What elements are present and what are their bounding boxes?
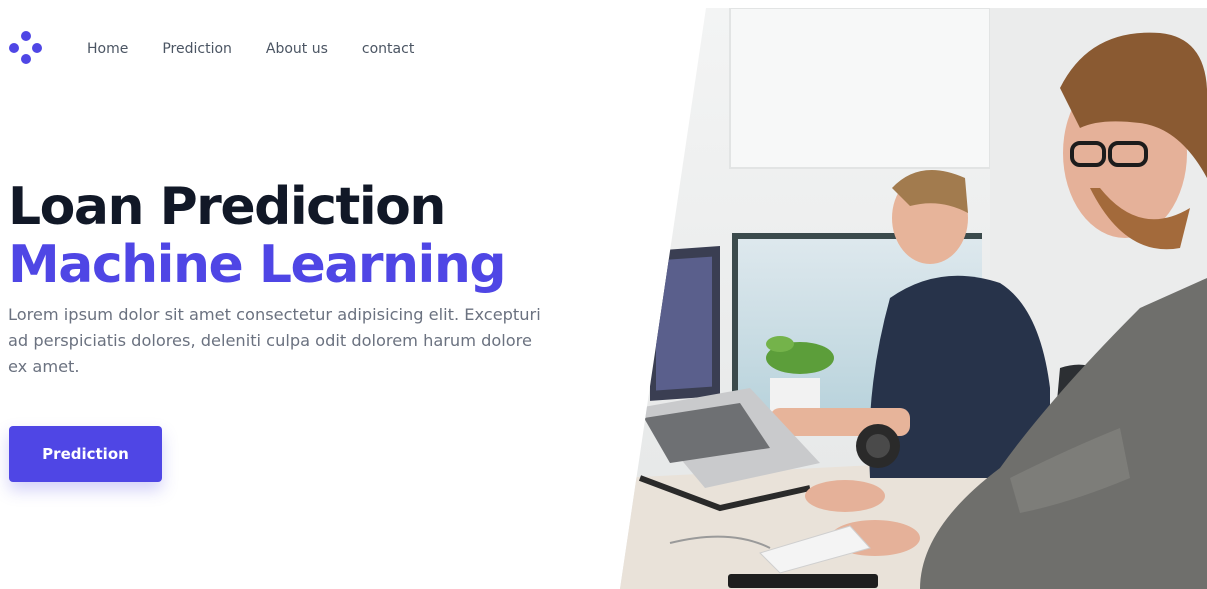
office-workers-photo — [620, 8, 1207, 589]
nav-contact[interactable]: contact — [362, 40, 414, 58]
hero-description: Lorem ipsum dolor sit amet consectetur a… — [8, 305, 541, 376]
prediction-button[interactable]: Prediction — [9, 426, 162, 482]
hero-title-line1: Loan Prediction — [8, 177, 446, 237]
hero-title: Loan Prediction Machine Learning — [8, 178, 628, 294]
nav-about-us[interactable]: About us — [266, 40, 328, 58]
nav-prediction[interactable]: Prediction — [162, 40, 232, 58]
brand-logo[interactable] — [8, 30, 48, 68]
hero-title-line2: Machine Learning — [8, 235, 507, 295]
main-nav: Home Prediction About us contact — [87, 40, 448, 58]
dots-logo-icon — [9, 31, 42, 64]
nav-home[interactable]: Home — [87, 40, 128, 58]
